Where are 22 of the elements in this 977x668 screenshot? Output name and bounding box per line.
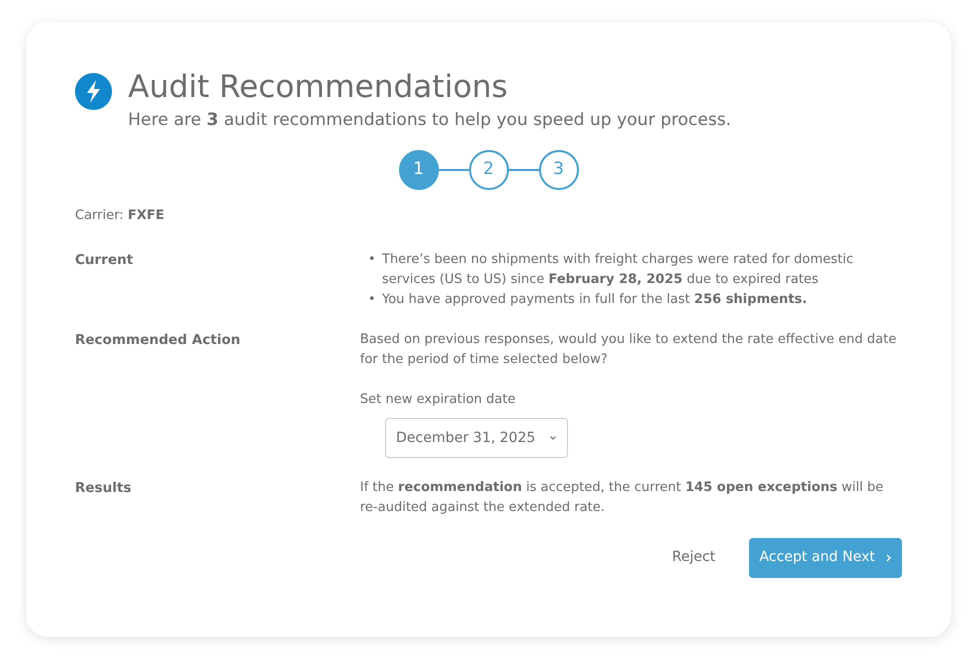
step-indicator[interactable]: 3 <box>538 150 578 190</box>
caret-icon <box>549 434 557 441</box>
chevron-right-icon <box>885 552 892 563</box>
reject-button[interactable]: Reject <box>662 539 726 576</box>
accept-and-next-button[interactable]: Accept and Next <box>749 538 902 578</box>
recommendation-text: Based on previous responses, would you like to extend the rate effective end date for the period of time selected below? <box>360 330 898 369</box>
section-label: Recommended Action <box>75 330 242 350</box>
step-indicator[interactable]: 1 <box>398 150 438 190</box>
bullet-item: There’s been no shipments with freight charges were rated for domestic services (US to US) since February 28, 2025 due to expired rates <box>382 250 854 289</box>
date-dropdown[interactable]: December 31, 2025 <box>385 418 568 458</box>
dialog-subtitle: Here are 3 audit recommendations to help you speed up your process. <box>128 109 732 132</box>
step-indicator[interactable]: 2 <box>468 150 508 190</box>
field-label: Set new expiration date <box>360 390 516 409</box>
bullet-mark: • <box>368 250 377 269</box>
bullet-item: You have approved payments in full for the last 256 shipments. <box>382 290 808 309</box>
bullet-mark: • <box>368 290 377 309</box>
section-label: Current <box>75 250 134 270</box>
lightning-bolt-icon <box>75 73 112 110</box>
carrier-text: Carrier: FXFE <box>75 206 166 225</box>
section-label: Results <box>75 478 132 498</box>
dialog-title: Audit Recommendations <box>128 70 509 104</box>
results-text: If the recommendation is accepted, the current 145 open exceptions will be re-audited against the extended rate. <box>360 478 884 517</box>
